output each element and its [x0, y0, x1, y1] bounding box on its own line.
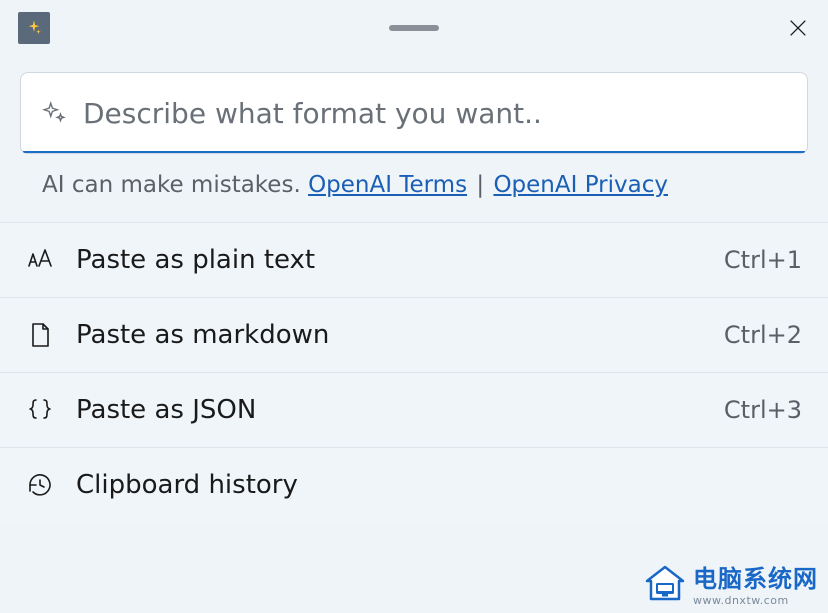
- titlebar: [0, 0, 828, 56]
- input-section: AI can make mistakes. OpenAI Terms | Ope…: [0, 56, 828, 222]
- menu-label: Paste as markdown: [76, 320, 724, 350]
- format-input-wrapper[interactable]: [20, 72, 808, 154]
- openai-privacy-link[interactable]: OpenAI Privacy: [493, 172, 668, 198]
- menu-label: Paste as JSON: [76, 395, 724, 425]
- menu-label: Paste as plain text: [76, 245, 724, 275]
- app-icon: [18, 12, 50, 44]
- braces-icon: [26, 396, 62, 424]
- paste-options-list: Paste as plain text Ctrl+1 Paste as mark…: [0, 222, 828, 522]
- link-separator: |: [469, 172, 491, 198]
- menu-label: Clipboard history: [76, 470, 802, 500]
- menu-shortcut: Ctrl+1: [724, 246, 802, 274]
- disclaimer-text: AI can make mistakes.: [42, 172, 308, 198]
- watermark: 电脑系统网 www.dnxtw.com: [643, 559, 818, 607]
- drag-handle[interactable]: [389, 25, 439, 31]
- menu-shortcut: Ctrl+3: [724, 396, 802, 424]
- close-button[interactable]: [768, 0, 828, 56]
- paste-json-item[interactable]: Paste as JSON Ctrl+3: [0, 372, 828, 447]
- menu-shortcut: Ctrl+2: [724, 321, 802, 349]
- openai-terms-link[interactable]: OpenAI Terms: [308, 172, 467, 198]
- paste-markdown-item[interactable]: Paste as markdown Ctrl+2: [0, 297, 828, 372]
- format-input[interactable]: [83, 97, 787, 130]
- watermark-url: www.dnxtw.com: [693, 594, 789, 607]
- ai-disclaimer: AI can make mistakes. OpenAI Terms | Ope…: [20, 154, 808, 222]
- clipboard-history-item[interactable]: Clipboard history: [0, 447, 828, 522]
- document-icon: [26, 321, 62, 349]
- sparkle-icon: [41, 100, 67, 126]
- paste-plain-text-item[interactable]: Paste as plain text Ctrl+1: [0, 222, 828, 297]
- watermark-logo-icon: [643, 563, 687, 603]
- watermark-title: 电脑系统网: [693, 559, 818, 594]
- text-size-icon: [26, 246, 62, 274]
- history-icon: [26, 471, 62, 499]
